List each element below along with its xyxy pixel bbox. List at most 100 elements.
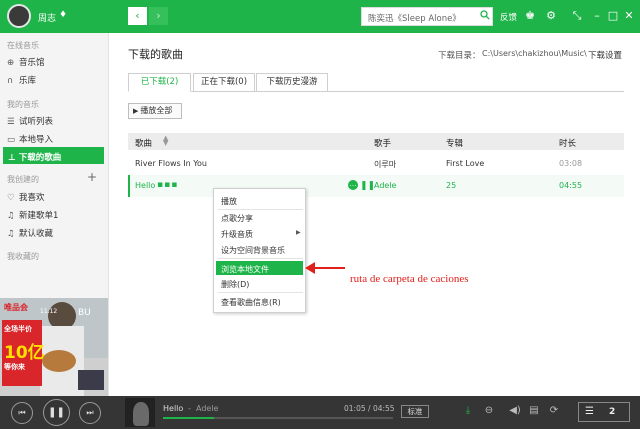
duration: 03:08: [559, 159, 583, 168]
tab-downloading[interactable]: 正在下载(0): [193, 73, 255, 92]
sidebar-item-local-import[interactable]: ▭ 本地导入: [7, 133, 53, 145]
sidebar-item-label: 试听列表: [19, 117, 54, 127]
playlist-icon: ♫: [7, 211, 15, 221]
back-button[interactable]: ‹: [128, 7, 147, 25]
download-dir-label: 下载目录：: [438, 51, 481, 61]
column-duration[interactable]: 时长: [559, 137, 576, 149]
search-icon[interactable]: [480, 10, 490, 20]
menu-item-delete[interactable]: 删除(D): [221, 279, 249, 290]
now-playing-title[interactable]: Hello: [163, 404, 183, 413]
sidebar-item-label: 我喜欢: [19, 193, 45, 203]
sidebar-item-label: 乐库: [19, 76, 37, 86]
music-hall-icon: ⊕: [7, 58, 15, 68]
created-playlists-header: 我创建的: [7, 175, 39, 184]
folder-icon: ▭: [7, 135, 16, 145]
next-button[interactable]: ⏭: [79, 402, 101, 424]
ad-date: 11.12: [40, 308, 58, 315]
sort-icon[interactable]: ▲ ▼: [163, 135, 168, 147]
ad-banner[interactable]: 唯品会 11.12 全场半价 10亿 等你来 BU: [0, 298, 108, 396]
menu-item-set-background-music[interactable]: 设为空间背景音乐: [221, 245, 285, 256]
submenu-arrow-icon: ▶: [296, 229, 301, 236]
tab-downloaded[interactable]: 已下载(2): [128, 73, 191, 92]
menu-item-share[interactable]: 点歌分享: [221, 213, 253, 224]
column-artist[interactable]: 歌手: [374, 137, 391, 149]
lyrics-icon[interactable]: ▤: [527, 405, 541, 416]
now-playing-artist[interactable]: Adele: [196, 404, 218, 413]
more-options-icon[interactable]: …: [348, 180, 358, 190]
ad-tag: BU: [78, 308, 91, 318]
menu-divider: [218, 209, 303, 210]
download-dir-path[interactable]: C:\Users\chakizhou\Music\: [482, 49, 587, 58]
sidebar-item-label: 新建歌单1: [19, 211, 59, 221]
album-name[interactable]: First Love: [446, 159, 484, 168]
repeat-icon[interactable]: ⟳: [547, 405, 561, 416]
sidebar-item-trial-list[interactable]: ☰ 试听列表: [7, 115, 53, 127]
sidebar-item-label: 下载的歌曲: [18, 153, 62, 163]
playlist-button[interactable]: ☰ 2: [578, 402, 630, 422]
mini-mode-icon[interactable]: ⤡: [570, 9, 584, 23]
artist-name[interactable]: 이루마: [374, 159, 396, 170]
sidebar-item-default-collection[interactable]: ♫ 默认收藏: [7, 227, 53, 239]
no-entry-icon[interactable]: ⊖: [482, 405, 496, 416]
qq-music-window: 周志 ♦ ‹ › 陈奕迅《Sleep Alone》 反馈 ♚ ⚙ ⤡ – □ ✕…: [0, 0, 640, 429]
skin-icon[interactable]: ♚: [523, 9, 537, 22]
feedback-link[interactable]: 反馈: [500, 11, 517, 23]
pause-button[interactable]: ❚❚: [43, 399, 70, 426]
close-icon[interactable]: ✕: [622, 9, 636, 22]
pause-icon[interactable]: ❚❚: [360, 181, 375, 191]
download-settings-link[interactable]: 下载设置: [588, 49, 622, 61]
maximize-icon[interactable]: □: [606, 9, 620, 22]
duration: 04:55: [559, 181, 583, 190]
heart-icon: ♡: [7, 193, 15, 203]
ad-product-image: [78, 370, 104, 390]
menu-divider: [218, 258, 303, 259]
sidebar-item-music-hall[interactable]: ⊕ 音乐馆: [7, 56, 45, 68]
pause-icon: ❚❚: [48, 407, 65, 418]
avatar[interactable]: [7, 4, 31, 28]
minimize-icon[interactable]: –: [590, 9, 604, 22]
context-menu: 播放 点歌分享 升级音质 ▶ 设为空间背景音乐 浏览本地文件 删除(D) 查看歌…: [213, 188, 306, 313]
play-all-button[interactable]: ▶ 播放全部: [128, 103, 182, 119]
current-time: 01:05: [344, 404, 366, 413]
menu-item-song-info[interactable]: 查看歌曲信息(R): [221, 297, 281, 308]
menu-item-upgrade-quality[interactable]: 升级音质: [221, 229, 253, 240]
annotation-text: ruta de carpeta de caciones: [350, 273, 469, 285]
previous-button[interactable]: ⏮: [11, 402, 33, 424]
forward-button[interactable]: ›: [149, 7, 168, 25]
time-separator: /: [368, 404, 371, 413]
guitar-image: [42, 350, 76, 372]
settings-icon[interactable]: ⚙: [544, 9, 558, 22]
album-cover[interactable]: [125, 398, 155, 427]
download-icon[interactable]: ⤓: [461, 405, 475, 416]
tab-download-history[interactable]: 下载历史漫游: [256, 73, 328, 92]
sidebar-item-new-playlist[interactable]: ♫ 新建歌单1: [7, 209, 58, 221]
username[interactable]: 周志: [38, 11, 56, 24]
sidebar-item-library[interactable]: ∩ 乐库: [7, 74, 36, 86]
my-music-header: 我的音乐: [7, 100, 39, 109]
search-placeholder: 陈奕迅《Sleep Alone》: [368, 14, 461, 24]
song-name: River Flows In You: [135, 159, 208, 168]
progress-fill: [163, 417, 214, 419]
sidebar-item-downloads-label: ⊥ 下载的歌曲: [8, 151, 61, 163]
download-icon: ⊥: [8, 153, 19, 163]
artist-name[interactable]: Adele: [374, 181, 396, 190]
playing-indicator-icon: ▪▪▪: [157, 180, 179, 190]
volume-icon[interactable]: ◀): [508, 405, 522, 416]
quality-label: 标准: [407, 407, 423, 416]
album-name[interactable]: 25: [446, 181, 456, 190]
page-title: 下载的歌曲: [128, 48, 183, 61]
ad-big-text: 10亿: [4, 343, 45, 363]
sidebar-item-favorites[interactable]: ♡ 我喜欢: [7, 191, 45, 203]
column-album[interactable]: 专辑: [446, 137, 463, 149]
menu-divider: [218, 292, 303, 293]
progress-bar[interactable]: [163, 417, 393, 419]
quality-selector[interactable]: 标准: [401, 405, 429, 418]
headphone-icon: ∩: [7, 76, 14, 86]
diamond-icon[interactable]: ♦: [59, 10, 67, 20]
song-name: Hello: [135, 181, 156, 190]
collected-header: 我收藏的: [7, 252, 39, 261]
column-song[interactable]: 歌曲: [135, 137, 152, 149]
ad-brand: 唯品会: [4, 303, 28, 312]
add-playlist-icon[interactable]: +: [87, 170, 97, 184]
menu-item-play[interactable]: 播放: [221, 196, 237, 207]
